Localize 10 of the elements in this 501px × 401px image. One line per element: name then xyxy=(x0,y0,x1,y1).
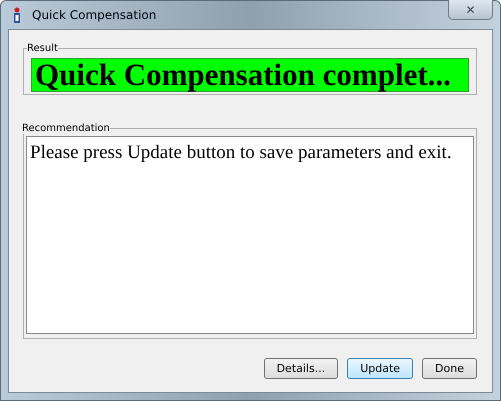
dialog-button[interactable]: Done xyxy=(422,358,477,379)
app-icon xyxy=(11,6,23,24)
window-title: Quick Compensation xyxy=(32,8,156,22)
dialog-button[interactable]: Details... xyxy=(264,358,338,379)
group-label: Result xyxy=(27,43,58,54)
status-message: Quick Compensation complet... xyxy=(31,58,469,92)
group-label: Recommendation xyxy=(22,123,110,134)
close-button[interactable]: ✕ xyxy=(448,0,493,20)
dialog-button[interactable]: Update xyxy=(347,358,414,379)
recommendation-text: Please press Update button to save parameters and exit. xyxy=(26,136,474,334)
